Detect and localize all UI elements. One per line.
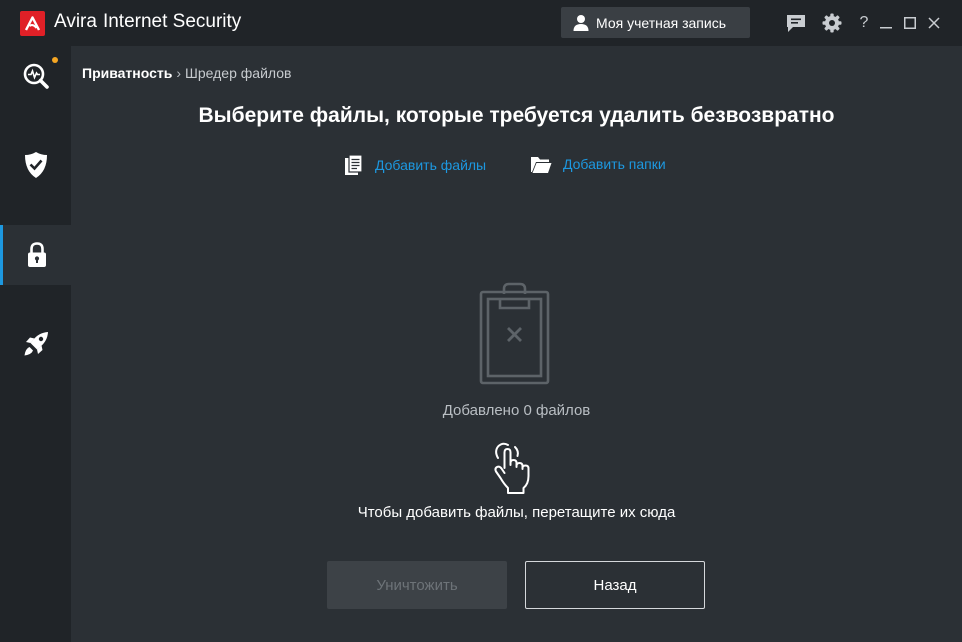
sidebar-item-performance[interactable] (0, 314, 71, 374)
minimize-icon[interactable] (879, 12, 893, 34)
breadcrumb-separator: › (176, 65, 182, 81)
sidebar-item-security[interactable] (0, 135, 71, 195)
gear-icon[interactable] (821, 12, 843, 34)
close-icon[interactable] (927, 12, 941, 34)
breadcrumb-current: Шредер файлов (185, 65, 292, 81)
empty-clipboard-icon (479, 282, 553, 391)
scan-pulse-icon (23, 63, 49, 89)
drag-hand-icon (489, 442, 545, 501)
user-icon (573, 15, 589, 31)
help-button[interactable]: ? (857, 12, 871, 34)
add-files-icon (345, 154, 363, 175)
sidebar (0, 46, 71, 642)
add-folder-icon (531, 157, 552, 173)
shield-check-icon (24, 152, 47, 178)
add-folders-button[interactable]: Добавить папки (530, 154, 666, 174)
notification-dot (52, 57, 58, 63)
add-files-label: Добавить файлы (375, 157, 487, 173)
add-files-button[interactable]: Добавить файлы (344, 154, 486, 176)
title-bar: Avira Internet Security Моя учетная запис… (0, 0, 962, 46)
app-brand: Avira (54, 11, 97, 32)
avira-logo-icon (20, 11, 45, 36)
sidebar-item-privacy[interactable] (0, 225, 71, 285)
maximize-icon[interactable] (903, 12, 917, 34)
rocket-icon (24, 332, 48, 356)
files-added-count: Добавлено 0 файлов (442, 402, 591, 419)
app-product: Internet Security (102, 11, 242, 32)
feedback-icon[interactable] (785, 12, 807, 34)
add-folders-label: Добавить папки (563, 156, 666, 172)
lock-icon (28, 242, 46, 267)
back-button[interactable]: Назад (525, 561, 705, 609)
my-account-button[interactable]: Моя учетная запись (561, 7, 750, 38)
page-title: Выберите файлы, которые требуется удалит… (198, 104, 835, 127)
breadcrumb: Приватность › Шредер файлов (82, 65, 291, 81)
drop-hint: Чтобы добавить файлы, перетащите их сюда (357, 504, 676, 521)
app-title: Avira Internet Security (54, 11, 241, 33)
my-account-label: Моя учетная запись (596, 14, 726, 31)
destroy-button[interactable]: Уничтожить (327, 561, 507, 609)
sidebar-item-status[interactable] (0, 46, 71, 106)
main-panel: Приватность › Шредер файлов Выберите файлы… (71, 46, 962, 642)
breadcrumb-privacy-link[interactable]: Приватность (82, 65, 172, 81)
